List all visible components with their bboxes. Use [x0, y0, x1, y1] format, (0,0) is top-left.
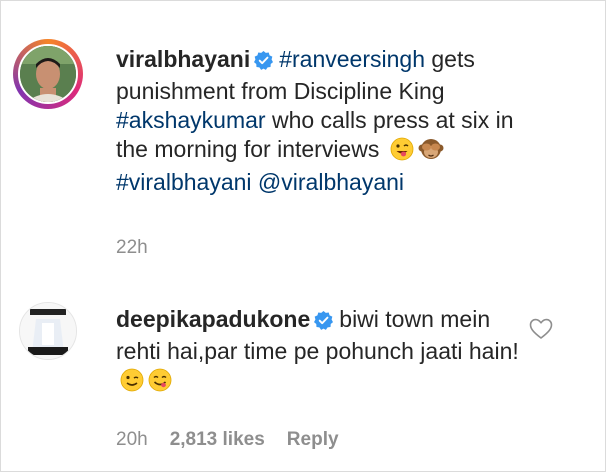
likes-count[interactable]: 2,813 likes	[170, 429, 265, 450]
comment-meta: 20h 2,813 likes Reply	[116, 429, 361, 451]
comments-panel: viralbhayani #ranveersingh gets punishmen…	[0, 0, 606, 472]
tongue-wink-emoji	[390, 137, 414, 168]
comment-meta: 22h	[116, 237, 170, 259]
verified-badge-icon	[254, 48, 274, 77]
story-ring-avatar[interactable]	[13, 39, 83, 109]
hashtag-ranveersingh[interactable]: #ranveersingh	[279, 46, 425, 72]
username-viralbhayani[interactable]: viralbhayani	[116, 46, 250, 72]
timestamp[interactable]: 20h	[116, 429, 148, 450]
wink-emoji	[120, 368, 144, 399]
hashtag-viralbhayani[interactable]: #viralbhayani	[116, 169, 252, 195]
see-no-evil-monkey-emoji	[418, 137, 444, 168]
hashtag-akshaykumar[interactable]: #akshaykumar	[116, 107, 266, 133]
timestamp[interactable]: 22h	[116, 237, 148, 258]
comment-body: deepikapadukone biwi town mein rehti hai,…	[116, 305, 526, 399]
verified-badge-icon	[314, 308, 334, 337]
avatar-viralbhayani	[18, 44, 78, 104]
reply-button[interactable]: Reply	[287, 429, 339, 450]
mention-viralbhayani[interactable]: @viralbhayani	[258, 169, 404, 195]
heart-icon[interactable]	[529, 318, 555, 342]
comment-body: viralbhayani #ranveersingh gets punishmen…	[116, 45, 536, 197]
username-deepikapadukone[interactable]: deepikapadukone	[116, 306, 310, 332]
yum-emoji	[148, 368, 172, 399]
avatar-deepikapadukone[interactable]	[19, 302, 77, 360]
